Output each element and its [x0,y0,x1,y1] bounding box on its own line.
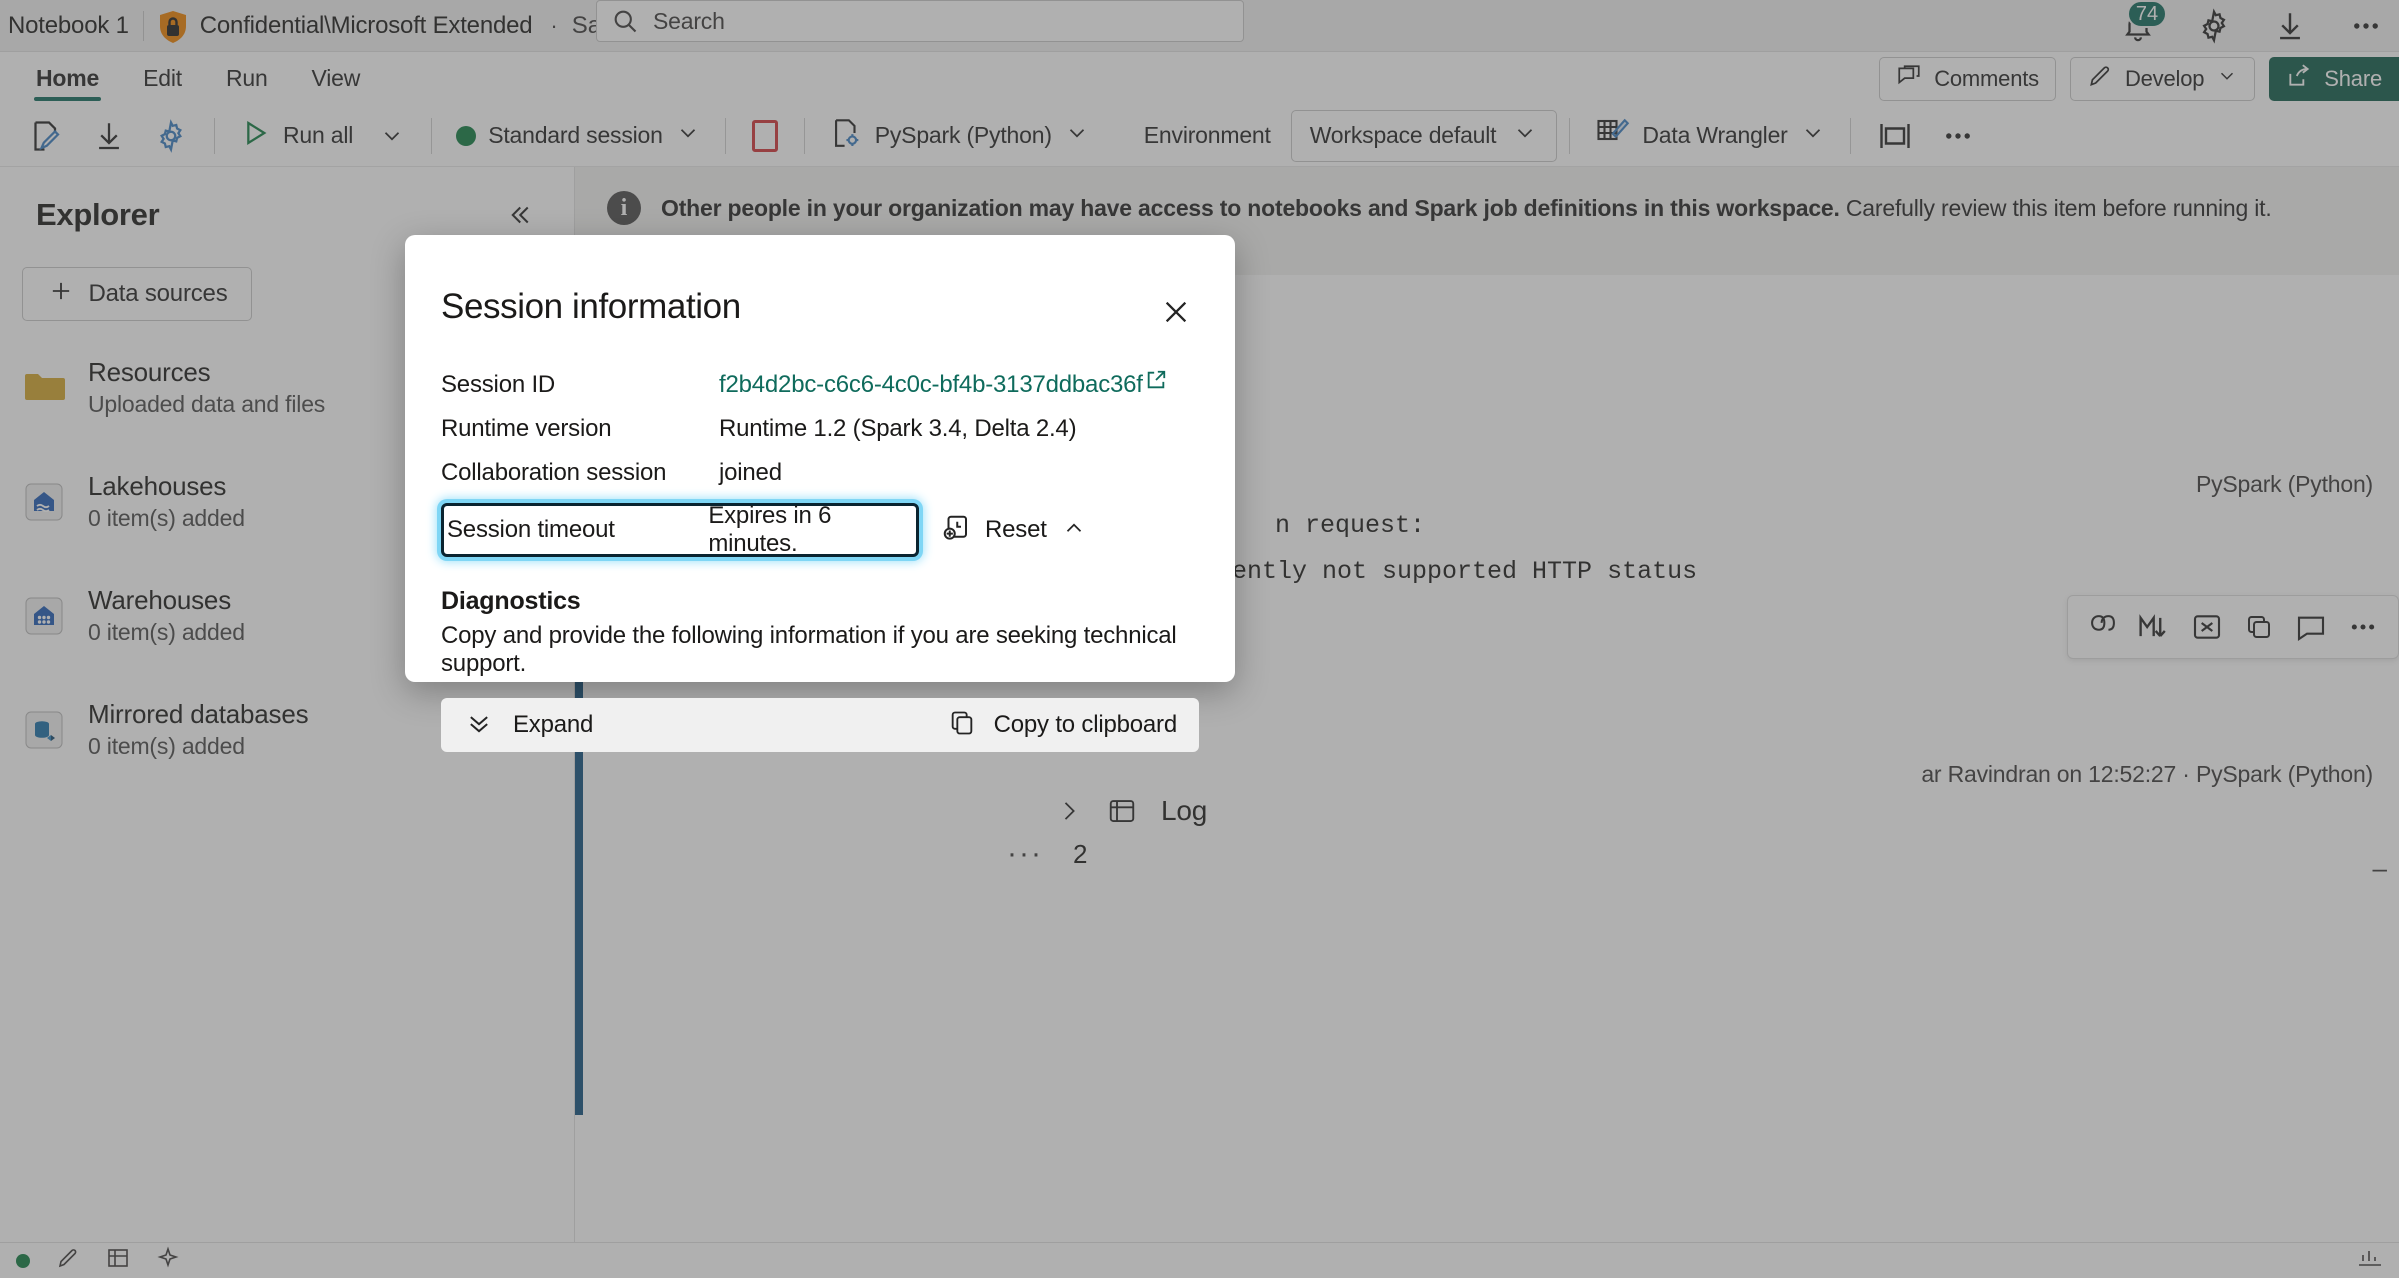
collaboration-session-value: joined [719,459,782,486]
dialog-title: Session information [441,287,741,326]
session-id-link[interactable]: f2b4d2bc-c6c6-4c0c-bf4b-3137ddbac36f [719,371,1143,399]
session-timeout-label: Session timeout [447,516,615,543]
copy-icon [948,709,976,742]
dialog-info-rows: Session ID f2b4d2bc-c6c6-4c0c-bf4b-3137d… [441,363,1199,495]
expand-diagnostics-button[interactable]: Expand [465,709,593,742]
reset-label: Reset [985,516,1047,543]
session-id-label: Session ID [441,371,556,398]
session-id-value-group: f2b4d2bc-c6c6-4c0c-bf4b-3137ddbac36f [719,369,1167,401]
expand-label: Expand [513,711,594,738]
diagnostics-title: Diagnostics [441,587,581,615]
session-timeout-focus-box[interactable]: Session timeout Expires in 6 minutes. [441,502,919,557]
fabric-notebook-window: Notebook 1 Confidential\Microsoft Extend… [0,0,2399,1278]
runtime-version-label: Runtime version [441,415,612,442]
copy-label: Copy to clipboard [993,711,1178,738]
dialog-header: Session information [441,269,1199,335]
reset-timeout-button[interactable]: Reset [941,513,1087,548]
open-external-icon[interactable] [1145,369,1167,401]
session-timeout-row: Session timeout Expires in 6 minutes. Re… [441,502,1199,557]
session-information-dialog: Session information Session ID f2b4d2bc-… [405,235,1235,752]
diagnostics-action-bar: Expand Copy to clipboard [441,698,1199,752]
collaboration-session-label: Collaboration session [441,459,667,486]
diagnostics-description: Copy and provide the following informati… [441,622,1177,677]
runtime-version-value: Runtime 1.2 (Spark 3.4, Delta 2.4) [719,415,1077,442]
chevron-up-icon[interactable] [1061,515,1087,546]
row-collaboration-session: Collaboration session joined [441,451,1199,495]
copy-to-clipboard-button[interactable]: Copy to clipboard [948,709,1177,742]
close-icon[interactable] [1153,289,1199,335]
session-timeout-value: Expires in 6 minutes. [708,502,832,557]
double-chevron-down-icon [465,709,493,742]
reset-clock-icon [941,513,971,548]
row-runtime-version: Runtime version Runtime 1.2 (Spark 3.4, … [441,407,1199,451]
row-session-id: Session ID f2b4d2bc-c6c6-4c0c-bf4b-3137d… [441,363,1199,407]
